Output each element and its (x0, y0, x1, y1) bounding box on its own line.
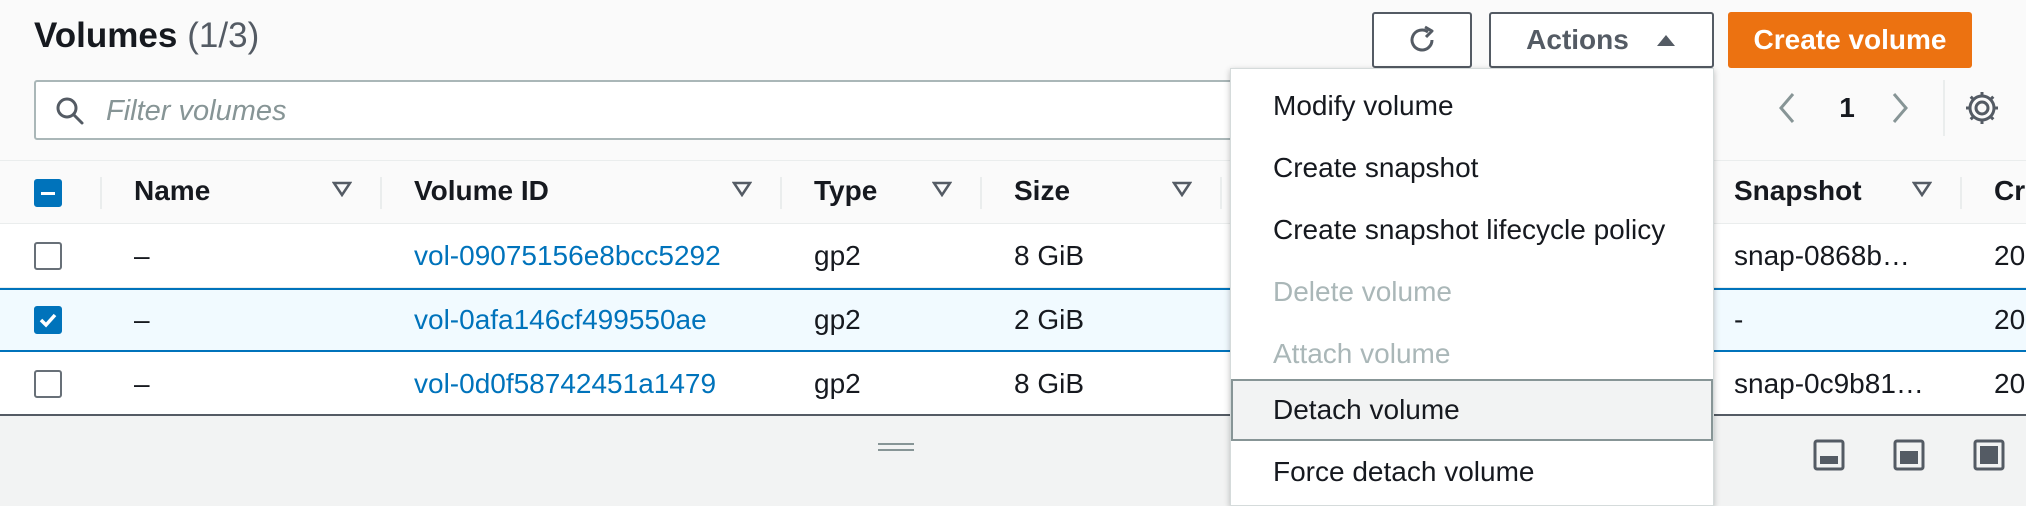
column-divider (380, 177, 382, 209)
page-title: Volumes (1/3) (34, 16, 259, 56)
cell-snapshot: snap-0868b… (1734, 240, 1910, 271)
menu-item-detach-volume[interactable]: Detach volume (1231, 379, 1713, 441)
cell-size: 8 GiB (1014, 240, 1085, 271)
search-icon (56, 97, 84, 125)
cell-type: gp2 (814, 240, 861, 271)
column-divider (100, 177, 102, 209)
menu-item-force-detach-volume[interactable]: Force detach volume (1231, 441, 1713, 503)
menu-item-modify-volume[interactable]: Modify volume (1231, 75, 1713, 137)
cell-name: – (134, 304, 150, 335)
cell-volume-id[interactable]: vol-0d0f58742451a1479 (414, 368, 716, 400)
pagination-divider (1943, 80, 1945, 136)
gear-icon[interactable] (1962, 88, 2002, 128)
cell-name: – (134, 240, 150, 271)
filter-box[interactable] (34, 80, 1330, 140)
sort-icon[interactable] (932, 181, 952, 197)
column-divider (1960, 177, 1962, 209)
chevron-left-icon[interactable] (1775, 88, 1799, 128)
panel-full-icon[interactable] (1972, 438, 2006, 472)
column-divider (980, 177, 982, 209)
cell-created: 20 (1994, 368, 2026, 399)
refresh-button[interactable] (1372, 12, 1472, 68)
row-checkbox-checked[interactable] (34, 306, 62, 334)
page-number[interactable]: 1 (1832, 92, 1862, 124)
filter-input[interactable] (104, 82, 1288, 140)
column-header-size[interactable]: Size (1014, 175, 1070, 207)
row-checkbox[interactable] (34, 370, 62, 398)
drag-handle-icon[interactable] (878, 441, 914, 453)
column-header-snapshot[interactable]: Snapshot (1734, 175, 1862, 207)
menu-item-delete-volume: Delete volume (1273, 276, 1452, 307)
column-header-name[interactable]: Name (134, 175, 210, 207)
panel-bottom-icon[interactable] (1812, 438, 1846, 472)
create-volume-label: Create volume (1753, 24, 1947, 55)
create-volume-button[interactable]: Create volume (1728, 12, 1972, 68)
cell-snapshot: - (1734, 304, 1744, 335)
cell-size: 2 GiB (1014, 304, 1085, 335)
sort-icon[interactable] (732, 181, 752, 197)
select-all-checkbox[interactable] (34, 179, 62, 207)
column-divider (780, 177, 782, 209)
cell-name: – (134, 368, 150, 399)
sort-icon[interactable] (332, 181, 352, 197)
menu-item-create-snapshot-lifecycle-policy[interactable]: Create snapshot lifecycle policy (1231, 199, 1713, 261)
cell-created: 20 (1994, 304, 2026, 335)
title-text: Volumes (34, 16, 178, 55)
chevron-right-icon[interactable] (1888, 88, 1912, 128)
column-header-created[interactable]: Cre (1994, 175, 2026, 207)
cell-snapshot: snap-0c9b81… (1734, 368, 1924, 399)
table-header: Name Volume ID Type Size Snapshot Cre (0, 160, 2026, 224)
checkmark-icon (39, 313, 57, 328)
menu-item-create-snapshot[interactable]: Create snapshot (1231, 137, 1713, 199)
volumes-table: Name Volume ID Type Size Snapshot Cre – … (0, 160, 2026, 416)
cell-volume-id[interactable]: vol-09075156e8bcc5292 (414, 240, 721, 272)
actions-button[interactable]: Actions (1489, 12, 1714, 68)
cell-size: 8 GiB (1014, 368, 1085, 399)
sort-icon[interactable] (1172, 181, 1192, 197)
cell-type: gp2 (814, 304, 861, 335)
refresh-icon (1410, 25, 1434, 52)
sort-icon[interactable] (1912, 181, 1932, 197)
actions-menu: Modify volume Create snapshot Create sna… (1230, 68, 1714, 506)
actions-label: Actions (1526, 24, 1629, 55)
column-header-volume-id[interactable]: Volume ID (414, 175, 549, 207)
table-row[interactable]: – vol-0d0f58742451a1479 gp2 8 GiB snap-0… (0, 352, 2026, 416)
caret-up-icon (1656, 35, 1675, 46)
column-header-type[interactable]: Type (814, 175, 877, 207)
selection-count: (1/3) (187, 16, 260, 55)
split-panel-bar (0, 414, 2026, 506)
panel-side-icon[interactable] (1892, 438, 1926, 472)
cell-created: 20 (1994, 240, 2026, 271)
cell-type: gp2 (814, 368, 861, 399)
menu-item-attach-volume: Attach volume (1273, 338, 1451, 369)
row-checkbox[interactable] (34, 242, 62, 270)
cell-volume-id[interactable]: vol-0afa146cf499550ae (414, 304, 707, 336)
column-divider (1220, 177, 1222, 209)
table-row[interactable]: – vol-09075156e8bcc5292 gp2 8 GiB snap-0… (0, 224, 2026, 288)
table-row-selected[interactable]: – vol-0afa146cf499550ae gp2 2 GiB - 20 (0, 288, 2026, 352)
